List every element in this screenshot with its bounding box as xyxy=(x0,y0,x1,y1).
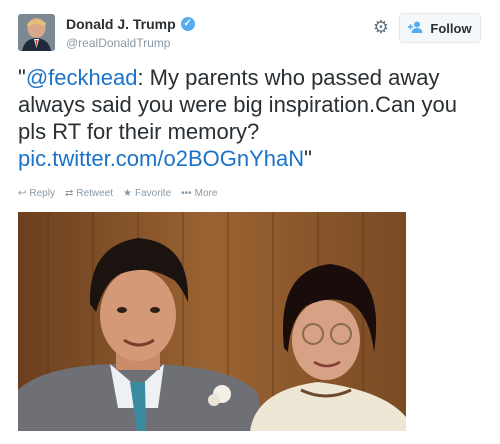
reply-button[interactable]: ↩ Reply xyxy=(18,188,55,199)
gear-icon[interactable]: ⚙ xyxy=(372,18,390,36)
favorite-label: Favorite xyxy=(135,188,172,199)
user-name-row[interactable]: Donald J. Trump ✓ xyxy=(66,16,195,32)
retweet-icon: ⇄ xyxy=(64,188,74,199)
retweet-button[interactable]: ⇄ Retweet xyxy=(65,188,113,199)
verified-icon: ✓ xyxy=(180,17,195,31)
retweet-label: Retweet xyxy=(76,188,114,199)
user-name[interactable]: Donald J. Trump xyxy=(66,16,176,32)
user-handle[interactable]: @realDonaldTrump xyxy=(66,36,170,50)
add-user-icon xyxy=(408,21,424,36)
photo-image xyxy=(18,212,406,431)
mention-link[interactable]: @feckhead xyxy=(26,65,138,90)
more-button[interactable]: ••• More xyxy=(181,188,217,199)
quote-close: " xyxy=(304,146,312,171)
more-icon: ••• xyxy=(181,188,192,199)
reply-label: Reply xyxy=(29,188,55,199)
follow-label: Follow xyxy=(430,20,472,36)
avatar[interactable] xyxy=(18,14,55,51)
more-label: More xyxy=(194,188,218,199)
reply-icon: ↩ xyxy=(18,188,27,199)
tweet-photo[interactable] xyxy=(18,212,406,431)
tweet-text: "@feckhead: My parents who passed away a… xyxy=(18,64,488,172)
avatar-image xyxy=(18,14,55,51)
media-link[interactable]: pic.twitter.com/o2BOGnYhaN xyxy=(18,146,304,171)
favorite-button[interactable]: ★ Favorite xyxy=(123,188,171,199)
tweet-actions: ↩ Reply ⇄ Retweet ★ Favorite ••• More xyxy=(18,188,217,199)
follow-button[interactable]: Follow xyxy=(399,13,481,43)
star-icon: ★ xyxy=(123,188,133,199)
quote-open: " xyxy=(18,65,26,90)
